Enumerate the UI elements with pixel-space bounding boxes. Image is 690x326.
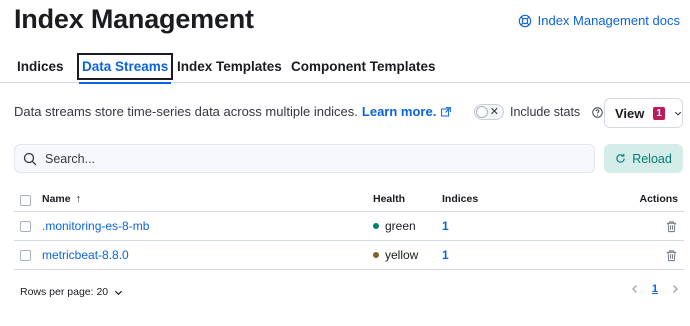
chevron-right-icon[interactable] <box>670 284 680 294</box>
cross-icon: ✕ <box>489 106 499 118</box>
tab-indices[interactable]: Indices <box>15 53 66 80</box>
tab-data-streams[interactable]: Data Streams <box>77 53 174 84</box>
name-column-header[interactable]: Name ↑ <box>42 187 81 211</box>
row-checkbox[interactable] <box>20 250 31 261</box>
indices-count-link[interactable]: 1 <box>442 212 449 240</box>
sort-ascending-icon: ↑ <box>75 193 82 205</box>
view-button[interactable]: View 1 <box>604 98 683 128</box>
search-icon <box>23 152 37 165</box>
health-column-header: Health <box>373 193 406 205</box>
search-bar <box>14 144 595 173</box>
actions-column-header: Actions <box>639 193 678 205</box>
select-all-checkbox[interactable] <box>20 195 31 206</box>
rows-per-page-label: Rows per page: 20 <box>20 286 109 298</box>
lifebuoy-icon <box>518 14 531 27</box>
tab-component-templates[interactable]: Component Templates <box>289 53 438 80</box>
health-label: yellow <box>385 248 419 262</box>
row-checkbox[interactable] <box>20 221 31 232</box>
page-title: Index Management <box>14 4 254 34</box>
trash-icon[interactable] <box>665 249 678 262</box>
reload-label: Reload <box>632 151 672 166</box>
health-cell: yellow <box>373 241 418 269</box>
learn-more-link[interactable]: Learn more. <box>362 104 436 119</box>
tab-index-templates[interactable]: Index Templates <box>175 53 284 80</box>
data-streams-table: Name ↑ Health Indices Actions .monitorin… <box>14 187 684 270</box>
include-stats-label: Include stats <box>510 105 581 119</box>
page-number-button[interactable]: 1 <box>652 283 658 295</box>
description-text: Data streams store time-series data acro… <box>14 104 358 119</box>
indices-count-link[interactable]: 1 <box>442 241 449 269</box>
chevron-left-icon[interactable] <box>630 284 640 294</box>
health-status-dot <box>373 252 379 258</box>
trash-icon[interactable] <box>665 220 678 233</box>
toggle-knob <box>476 106 488 118</box>
tab-bar: Indices Data Streams Index Templates Com… <box>0 50 690 84</box>
pagination: 1 <box>630 283 680 295</box>
external-link-icon <box>441 106 452 116</box>
reload-button[interactable]: Reload <box>604 144 683 173</box>
description: Data streams store time-series data acro… <box>14 104 452 119</box>
docs-link[interactable]: Index Management docs <box>518 13 680 28</box>
refresh-icon <box>616 153 625 163</box>
docs-link-label: Index Management docs <box>537 13 680 28</box>
health-cell: green <box>373 212 416 240</box>
chevron-down-icon <box>115 290 123 295</box>
include-stats: ✕ Include stats <box>474 104 603 120</box>
actions-cell <box>665 241 678 269</box>
table-row: .monitoring-es-8-mb green 1 <box>14 212 684 241</box>
view-count-badge: 1 <box>653 106 665 120</box>
rows-per-page-button[interactable]: Rows per page: 20 <box>20 286 123 298</box>
data-stream-name-link[interactable]: metricbeat-8.8.0 <box>42 241 129 269</box>
data-stream-name-link[interactable]: .monitoring-es-8-mb <box>42 212 149 240</box>
table-row: metricbeat-8.8.0 yellow 1 <box>14 241 684 270</box>
chevron-down-icon <box>674 111 681 116</box>
health-status-dot <box>373 223 379 229</box>
question-circle-icon[interactable] <box>592 106 603 118</box>
include-stats-toggle[interactable]: ✕ <box>474 104 504 120</box>
table-header: Name ↑ Health Indices Actions <box>14 187 684 212</box>
view-label: View <box>615 105 645 121</box>
actions-cell <box>665 212 678 240</box>
search-input[interactable] <box>45 151 565 166</box>
health-label: green <box>385 219 416 233</box>
indices-column-header: Indices <box>442 193 479 205</box>
name-header-label: Name <box>42 193 71 205</box>
